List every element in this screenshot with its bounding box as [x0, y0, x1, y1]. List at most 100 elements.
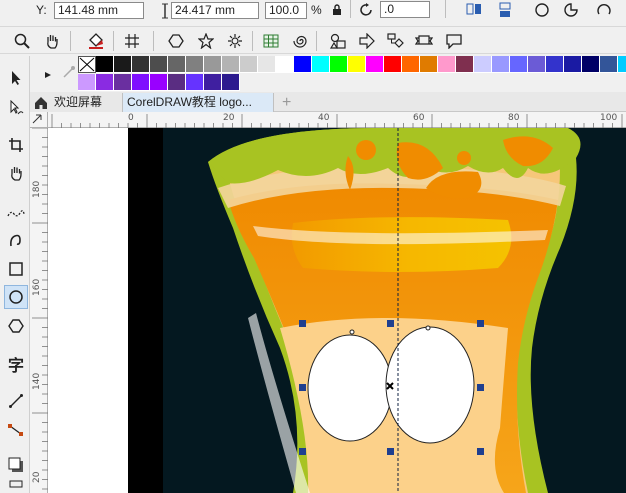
- color-swatch[interactable]: [456, 56, 474, 73]
- color-swatch[interactable]: [366, 56, 384, 73]
- parallel-dimension-icon[interactable]: [4, 389, 28, 413]
- color-palette: [78, 56, 626, 92]
- freehand-tool-icon[interactable]: [4, 200, 28, 224]
- color-swatch[interactable]: [618, 56, 626, 73]
- basic-shapes-icon[interactable]: [328, 31, 348, 51]
- color-swatch[interactable]: [150, 56, 168, 73]
- mirror-horizontal-icon[interactable]: [465, 1, 483, 19]
- color-swatch[interactable]: [402, 56, 420, 73]
- property-bar: Y: 141.48 mm 24.417 mm 100.0 % .0: [0, 0, 626, 24]
- drop-shadow-icon[interactable]: [4, 453, 28, 477]
- color-swatch[interactable]: [564, 56, 582, 73]
- color-swatch[interactable]: [420, 56, 438, 73]
- separator: [350, 0, 351, 18]
- shape-tool-icon[interactable]: [4, 96, 28, 120]
- ruler-tick-label: 80: [508, 113, 520, 123]
- palette-arrow-icon[interactable]: [44, 68, 54, 78]
- color-swatch[interactable]: [222, 74, 240, 91]
- color-swatch[interactable]: [132, 56, 150, 73]
- rotation-field[interactable]: .0: [380, 1, 430, 18]
- grid-snap-icon[interactable]: [122, 31, 142, 51]
- pick-tool-icon[interactable]: [4, 66, 28, 90]
- color-swatch[interactable]: [132, 74, 150, 91]
- ellipse-tool-icon[interactable]: [4, 285, 28, 309]
- spiral-icon[interactable]: [290, 31, 310, 51]
- drawing-canvas[interactable]: [48, 128, 626, 493]
- document-tabs: 欢迎屏幕 CorelDRAW教程 logo... +: [30, 92, 626, 112]
- color-swatch[interactable]: [510, 56, 528, 73]
- color-swatch[interactable]: [600, 56, 618, 73]
- pie-mode-icon[interactable]: [562, 1, 580, 19]
- color-swatch[interactable]: [384, 56, 402, 73]
- more-tools-icon[interactable]: [4, 476, 28, 492]
- ruler-tick-label: 160: [32, 278, 42, 296]
- table-grid-icon[interactable]: [261, 31, 281, 51]
- color-swatch[interactable]: [150, 74, 168, 91]
- color-swatch[interactable]: [96, 74, 114, 91]
- color-swatch[interactable]: [582, 56, 600, 73]
- pan-hand-icon[interactable]: [42, 31, 62, 51]
- vertical-ruler[interactable]: 180 160 140 20: [30, 128, 48, 493]
- ruler-tick-label: 0: [128, 113, 134, 123]
- polygon-tool-icon[interactable]: [4, 314, 28, 338]
- separator: [153, 31, 154, 51]
- color-swatch[interactable]: [312, 56, 330, 73]
- star-icon[interactable]: [196, 31, 216, 51]
- smart-draw-icon[interactable]: [4, 228, 28, 252]
- color-swatch[interactable]: [348, 56, 366, 73]
- mirror-vertical-icon[interactable]: [497, 1, 515, 19]
- callout-icon[interactable]: [444, 31, 464, 51]
- color-swatch[interactable]: [114, 74, 132, 91]
- hexagon-icon[interactable]: [166, 31, 186, 51]
- color-swatch[interactable]: [240, 56, 258, 73]
- color-swatch[interactable]: [528, 56, 546, 73]
- separator: [445, 0, 446, 18]
- connector-tool-icon[interactable]: [4, 418, 28, 442]
- ruler-origin[interactable]: [30, 112, 48, 128]
- color-swatch[interactable]: [294, 56, 312, 73]
- tab-document-label: CorelDRAW教程 logo...: [127, 95, 252, 109]
- y-position-field[interactable]: 141.48 mm: [54, 2, 144, 19]
- fill-bucket-icon[interactable]: [86, 31, 106, 51]
- zoom-icon[interactable]: [12, 31, 32, 51]
- color-swatch[interactable]: [186, 74, 204, 91]
- rectangle-tool-icon[interactable]: [4, 257, 28, 281]
- color-swatch[interactable]: [168, 74, 186, 91]
- flowchart-icon[interactable]: [386, 31, 406, 51]
- color-swatch[interactable]: [474, 56, 492, 73]
- color-swatch[interactable]: [222, 56, 240, 73]
- color-swatch[interactable]: [438, 56, 456, 73]
- tab-document[interactable]: CorelDRAW教程 logo...: [122, 93, 274, 112]
- banner-icon[interactable]: [414, 31, 434, 51]
- color-swatch[interactable]: [114, 56, 132, 73]
- color-swatch[interactable]: [492, 56, 510, 73]
- color-swatch[interactable]: [204, 56, 222, 73]
- pan-tool-icon[interactable]: [4, 161, 28, 185]
- toolbox: 字: [0, 56, 30, 493]
- add-tab-button[interactable]: +: [278, 93, 298, 112]
- ruler-tick-label: 40: [318, 113, 330, 123]
- no-color-swatch[interactable]: [78, 56, 96, 73]
- color-swatch[interactable]: [96, 56, 114, 73]
- color-swatch[interactable]: [546, 56, 564, 73]
- height-field[interactable]: 24.417 mm: [171, 2, 259, 19]
- color-swatch[interactable]: [168, 56, 186, 73]
- color-swatch[interactable]: [204, 74, 222, 91]
- eyedropper-icon[interactable]: [62, 65, 76, 79]
- tab-welcome[interactable]: 欢迎屏幕: [30, 93, 122, 112]
- arc-mode-icon[interactable]: [595, 1, 613, 19]
- text-tool-icon[interactable]: 字: [4, 352, 28, 376]
- color-swatch[interactable]: [186, 56, 204, 73]
- arrow-shape-icon[interactable]: [357, 31, 377, 51]
- scale-field[interactable]: 100.0: [265, 2, 307, 19]
- color-swatch[interactable]: [330, 56, 348, 73]
- horizontal-ruler[interactable]: 0 20 40 60 80 100: [48, 112, 626, 128]
- color-swatch[interactable]: [276, 56, 294, 73]
- lock-ratio-icon[interactable]: [328, 1, 346, 19]
- crop-tool-icon[interactable]: [4, 133, 28, 157]
- ellipse-mode-icon[interactable]: [533, 1, 551, 19]
- complex-star-icon[interactable]: [225, 31, 245, 51]
- separator: [316, 31, 317, 51]
- color-swatch[interactable]: [78, 74, 96, 91]
- color-swatch[interactable]: [258, 56, 276, 73]
